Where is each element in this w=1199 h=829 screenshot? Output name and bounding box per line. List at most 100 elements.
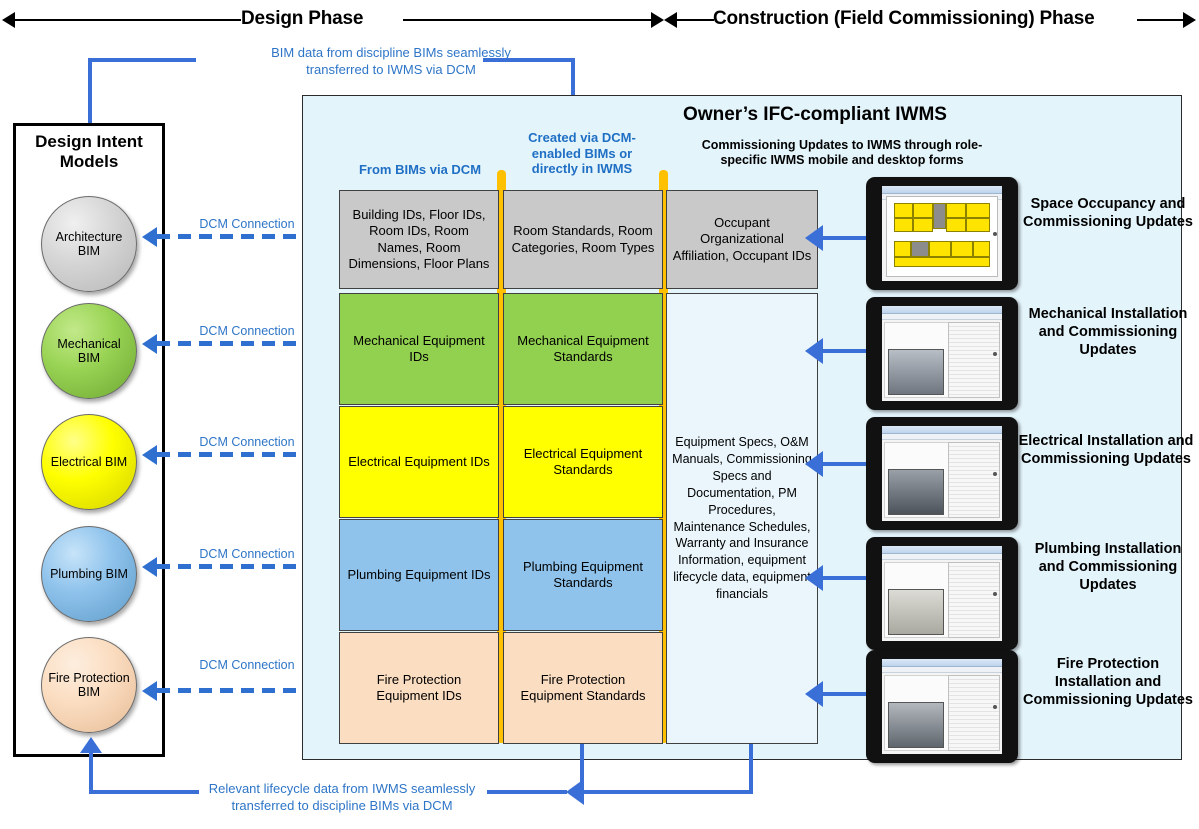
dcm-dashed-line-5 bbox=[157, 688, 304, 693]
data-cell-r2-c1[interactable]: Mechanical Equipment IDs bbox=[339, 293, 499, 405]
bim-circle-electrical[interactable]: Electrical BIM bbox=[41, 414, 137, 510]
iwms-title: Owner’s IFC-compliant IWMS bbox=[683, 104, 947, 125]
equipment-photo-mechanical bbox=[888, 349, 944, 395]
construction-phase-label: Construction (Field Commissioning) Phase bbox=[713, 8, 1095, 29]
top-flow-segment-horizontal-left bbox=[88, 58, 196, 62]
data-cell-r4-c2[interactable]: Plumbing Equipment Standards bbox=[503, 519, 663, 631]
tablet-space-occupancy-screen bbox=[882, 186, 1002, 281]
data-cell-r2-c2-text: Mechanical Equipment Standards bbox=[517, 332, 649, 364]
update-arrow-line-4 bbox=[821, 576, 866, 580]
update-arrow-line-5 bbox=[821, 692, 866, 696]
dcm-dashed-line-1 bbox=[157, 234, 304, 239]
update-arrow-head-3-icon bbox=[805, 451, 823, 477]
bim-circle-mechanical[interactable]: Mechanical BIM bbox=[41, 303, 137, 399]
tablet-plumbing-screen bbox=[882, 546, 1002, 641]
update-arrow-head-1-icon bbox=[805, 225, 823, 251]
floor-plan-view bbox=[886, 196, 998, 277]
update-arrow-line-3 bbox=[821, 462, 866, 466]
column-header-created-line-3: directly in IWMS bbox=[531, 161, 633, 177]
bim-circle-plumbing[interactable]: Plumbing BIM bbox=[41, 526, 137, 622]
data-cell-r5-c1-text: Fire Protection Equipment IDs bbox=[376, 671, 462, 703]
bim-circle-architecture[interactable]: Architecture BIM bbox=[41, 196, 137, 292]
data-cell-r3-c1-text: Electrical Equipment IDs bbox=[348, 453, 490, 469]
tablet-fire-protection-screen bbox=[882, 659, 1002, 754]
top-flow-line-2: transferred to IWMS via DCM bbox=[306, 61, 476, 77]
column-header-commissioning-updates: Commissioning Updates to IWMS through ro… bbox=[672, 138, 1012, 168]
tablet-table-pane bbox=[947, 675, 1000, 751]
tablet-camera-dot-icon bbox=[993, 471, 997, 476]
data-cell-r2-c1-text: Mechanical Equipment IDs bbox=[353, 332, 485, 364]
dcm-dashed-line-3 bbox=[157, 452, 304, 457]
update-arrow-line-2 bbox=[821, 349, 866, 353]
bim-circle-plumbing-label: Plumbing BIM bbox=[50, 566, 128, 581]
tablet-table-pane bbox=[947, 442, 1000, 518]
update-arrow-head-5-icon bbox=[805, 681, 823, 707]
tablet-screen-topbar bbox=[882, 426, 1002, 434]
tablet-screen-topbar bbox=[882, 546, 1002, 554]
device-label-plumbing: Plumbing Installation and Commissioning … bbox=[1034, 541, 1182, 594]
tablet-screen-tabs bbox=[882, 667, 1002, 673]
dcm-connection-label-2: DCM Connection bbox=[199, 324, 295, 338]
column-header-commissioning-line-1: Commissioning Updates to IWMS through ro… bbox=[701, 138, 983, 152]
tablet-screen-topbar bbox=[882, 659, 1002, 667]
tablet-fire-protection[interactable] bbox=[866, 650, 1018, 763]
tablet-camera-dot-icon bbox=[993, 231, 997, 236]
bim-circle-fire-protection[interactable]: Fire Protection BIM bbox=[41, 637, 137, 733]
device-label-electrical: Electrical Installation and Commissionin… bbox=[1018, 433, 1194, 468]
tablet-space-occupancy[interactable] bbox=[866, 177, 1018, 290]
tablet-screen-tabs bbox=[882, 314, 1002, 320]
data-cell-r5-c1[interactable]: Fire Protection Equipment IDs bbox=[339, 632, 499, 744]
top-flow-segment-left-vertical bbox=[88, 58, 92, 126]
design-intent-title-line-2: Models bbox=[59, 151, 119, 171]
bottom-flow-line-1: Relevant lifecycle data from IWMS seamle… bbox=[208, 781, 476, 796]
bim-circle-electrical-label: Electrical BIM bbox=[50, 454, 128, 469]
dcm-arrow-left-4-icon bbox=[142, 557, 157, 577]
dcm-arrow-left-1-icon bbox=[142, 227, 157, 247]
device-label-mechanical: Mechanical Installation and Commissionin… bbox=[1028, 306, 1188, 359]
data-cell-r1-c2[interactable]: Room Standards, Room Categories, Room Ty… bbox=[503, 190, 663, 289]
bim-circle-architecture-label: Architecture BIM bbox=[55, 229, 123, 258]
dcm-arrow-left-5-icon bbox=[142, 681, 157, 701]
column-header-commissioning-line-2: specific IWMS mobile and desktop forms bbox=[720, 153, 964, 167]
equipment-photo-fire-protection bbox=[888, 702, 944, 748]
dcm-dashed-line-4 bbox=[157, 564, 304, 569]
dcm-arrow-left-3-icon bbox=[142, 445, 157, 465]
data-cell-merged-col3-text: Equipment Specs, O&M Manuals, Commission… bbox=[672, 435, 812, 601]
data-cell-r4-c1[interactable]: Plumbing Equipment IDs bbox=[339, 519, 499, 631]
dcm-arrow-left-2-icon bbox=[142, 334, 157, 354]
data-cell-r1-c2-text: Room Standards, Room Categories, Room Ty… bbox=[511, 223, 655, 255]
tablet-table-pane bbox=[947, 322, 1000, 398]
top-flow-segment-horizontal-right bbox=[483, 58, 575, 62]
dcm-dashed-line-2 bbox=[157, 341, 304, 346]
data-cell-r3-c2[interactable]: Electrical Equipment Standards bbox=[503, 406, 663, 518]
data-cell-r5-c2[interactable]: Fire Protection Equipment Standards bbox=[503, 632, 663, 744]
data-cell-r4-c1-text: Plumbing Equipment IDs bbox=[347, 566, 491, 582]
data-cell-r1-c3[interactable]: Occupant Organizational Affiliation, Occ… bbox=[666, 190, 818, 289]
dcm-connection-label-5: DCM Connection bbox=[199, 658, 295, 672]
bottom-flow-line-2: transferred to discipline BIMs via DCM bbox=[231, 797, 453, 813]
update-arrow-line-1 bbox=[821, 236, 866, 240]
device-label-space-occupancy: Space Occupancy and Commissioning Update… bbox=[1023, 196, 1193, 231]
tablet-electrical-screen bbox=[882, 426, 1002, 521]
construction-phase-arrow-right-icon bbox=[1183, 12, 1196, 28]
tablet-mechanical[interactable] bbox=[866, 297, 1018, 410]
tablet-plumbing[interactable] bbox=[866, 537, 1018, 650]
equipment-photo-plumbing bbox=[888, 589, 944, 635]
column-header-created-line-1: Created via DCM- bbox=[528, 130, 636, 145]
data-cell-r2-c2[interactable]: Mechanical Equipment Standards bbox=[503, 293, 663, 405]
data-cell-r3-c1[interactable]: Electrical Equipment IDs bbox=[339, 406, 499, 518]
update-arrow-head-4-icon bbox=[805, 565, 823, 591]
bottom-flow-horizontal-left-2 bbox=[487, 790, 567, 794]
bottom-flow-text: Relevant lifecycle data from IWMS seamle… bbox=[196, 781, 488, 815]
tablet-screen-tabs bbox=[882, 554, 1002, 560]
tablet-screen-tabs bbox=[882, 434, 1002, 440]
bim-circle-fire-protection-label: Fire Protection BIM bbox=[48, 670, 130, 699]
tablet-electrical[interactable] bbox=[866, 417, 1018, 530]
data-cell-r1-c1[interactable]: Building IDs, Floor IDs, Room IDs, Room … bbox=[339, 190, 499, 289]
design-phase-line-left bbox=[14, 19, 241, 21]
construction-phase-line-right bbox=[1137, 19, 1184, 21]
tablet-screen-topbar bbox=[882, 186, 1002, 194]
data-cell-r1-c3-text: Occupant Organizational Affiliation, Occ… bbox=[672, 215, 812, 263]
tablet-mechanical-screen bbox=[882, 306, 1002, 401]
data-cell-merged-col3[interactable]: Equipment Specs, O&M Manuals, Commission… bbox=[666, 293, 818, 744]
